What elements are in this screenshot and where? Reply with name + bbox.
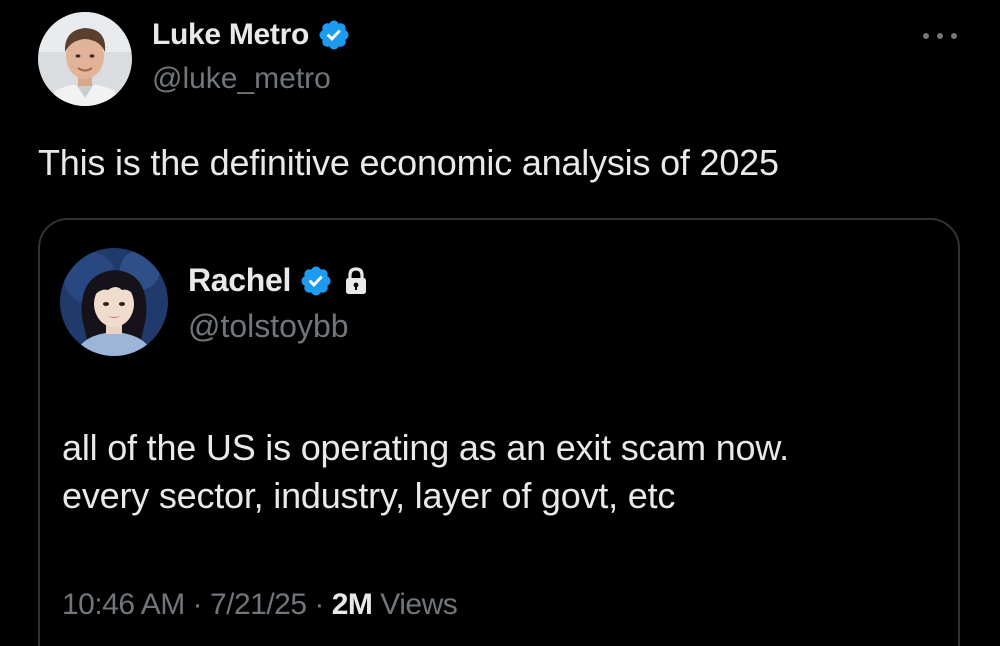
- quote-text: all of the US is operating as an exit sc…: [62, 424, 942, 520]
- views-label: Views: [380, 588, 458, 621]
- painted-portrait-avatar-icon: [60, 248, 168, 356]
- tweet: Luke Metro @luke_metro This is the defin…: [0, 0, 1000, 646]
- author-name-text[interactable]: Luke Metro: [152, 18, 309, 52]
- verified-badge-icon: [319, 20, 349, 50]
- more-horizontal-icon[interactable]: [918, 26, 962, 46]
- quote-author-avatar[interactable]: [60, 248, 168, 356]
- meta-separator: ·: [192, 588, 203, 621]
- quote-meta: 10:46 AM · 7/21/25 · 2M Views: [62, 588, 458, 622]
- quote-author-name[interactable]: Rachel: [188, 262, 369, 299]
- author-name[interactable]: Luke Metro: [152, 18, 351, 52]
- meta-separator: ·: [314, 588, 324, 621]
- views-count[interactable]: 2M: [332, 588, 373, 621]
- quote-date[interactable]: 7/21/25: [210, 588, 307, 621]
- quote-time[interactable]: 10:46 AM: [62, 588, 185, 621]
- tweet-text: This is the definitive economic analysis…: [38, 142, 779, 183]
- author-avatar[interactable]: [38, 12, 132, 106]
- person-avatar-icon: [38, 12, 132, 106]
- quote-text-line: every sector, industry, layer of govt, e…: [62, 475, 676, 516]
- protected-lock-icon: [346, 266, 367, 294]
- quote-author-name-text[interactable]: Rachel: [188, 262, 291, 299]
- author-handle[interactable]: @luke_metro: [152, 62, 331, 96]
- quote-text-line: all of the US is operating as an exit sc…: [62, 427, 789, 468]
- quote-author-handle[interactable]: @tolstoybb: [188, 308, 349, 345]
- verified-badge-icon: [301, 265, 331, 296]
